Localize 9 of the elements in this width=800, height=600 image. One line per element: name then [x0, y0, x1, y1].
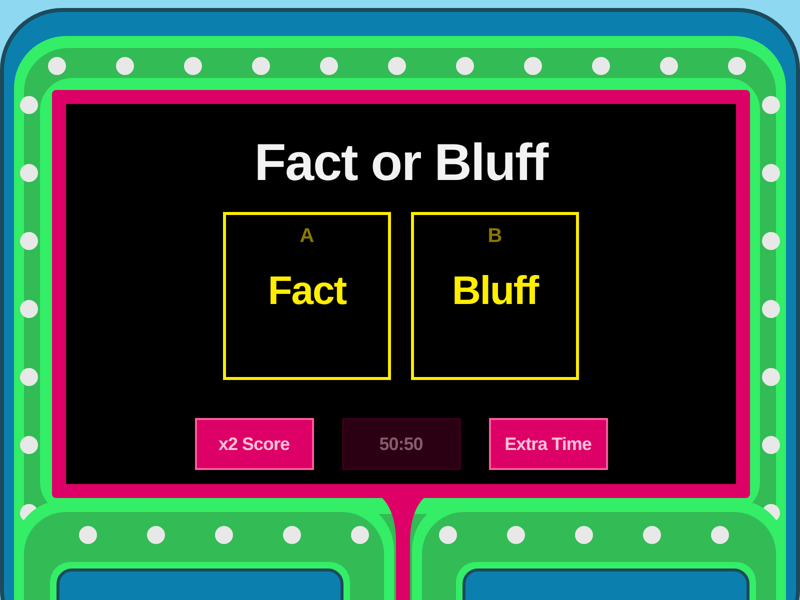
answer-text: Bluff	[452, 269, 538, 314]
answer-option[interactable]: A Fact	[223, 212, 391, 380]
answer-letter: A	[300, 225, 314, 247]
answer-text: Fact	[268, 269, 346, 314]
powerup-button[interactable]: x2 Score	[194, 418, 314, 470]
game-title: Fact or Bluff	[254, 133, 548, 194]
answer-letter: B	[488, 225, 502, 247]
answer-option[interactable]: B Bluff	[411, 212, 579, 380]
powerup-button[interactable]: Extra Time	[488, 418, 608, 470]
